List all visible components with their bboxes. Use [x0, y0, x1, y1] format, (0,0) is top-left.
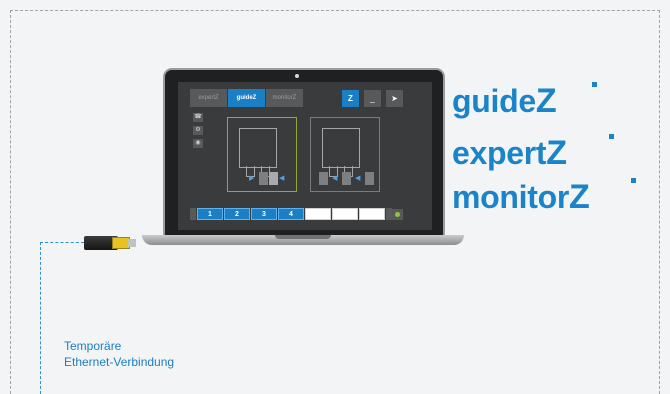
exit-button[interactable]: ➤	[386, 90, 403, 107]
camera-icon[interactable]: ◉	[193, 139, 203, 148]
port	[342, 172, 351, 185]
step-bar-left	[190, 208, 196, 220]
brand-monitorz: monitorZ	[452, 178, 636, 214]
connection-label: Temporäre Ethernet-Verbindung	[64, 338, 174, 370]
logo-button[interactable]: Z	[342, 90, 359, 107]
settings-icon[interactable]: ⚙	[193, 126, 203, 135]
port	[269, 172, 278, 185]
arrow-left-icon: ◀	[332, 175, 338, 182]
arrow-right-icon: ▶	[249, 175, 255, 182]
brand-square-icon	[592, 82, 597, 87]
tab-expertz[interactable]: expertZ	[190, 89, 227, 107]
arrow-left-icon: ◀	[279, 175, 285, 182]
minimize-button[interactable]: _	[364, 90, 381, 107]
brand-square-icon	[631, 178, 636, 183]
port	[319, 172, 328, 185]
step-button-3[interactable]: 3	[251, 208, 277, 220]
mode-tabs: expertZ guideZ monitorZ	[190, 89, 303, 107]
tab-guidez[interactable]: guideZ	[228, 89, 265, 107]
port	[259, 172, 268, 185]
exit-icon: ➤	[391, 94, 398, 103]
webcam	[295, 74, 299, 78]
phone-icon[interactable]: ☎	[193, 113, 203, 122]
brand-guidez: guideZ	[452, 82, 597, 118]
brand-square-icon	[609, 134, 614, 139]
brand-expertz: expertZ	[452, 134, 614, 170]
device-panel-right[interactable]: ◀ ◀	[310, 117, 380, 192]
step-button-4[interactable]: 4	[278, 208, 304, 220]
step-bar: 1 2 3 4 5 6 7	[190, 208, 392, 220]
status-dot-icon	[395, 212, 400, 217]
tab-monitorz[interactable]: monitorZ	[266, 89, 303, 107]
device-outline	[322, 128, 360, 168]
ethernet-plug-tip	[128, 239, 136, 247]
step-button-5[interactable]: 5	[305, 208, 331, 220]
arrow-left-icon: ◀	[355, 175, 361, 182]
device-panel-left[interactable]: ▶ ◀	[227, 117, 297, 192]
step-button-1[interactable]: 1	[197, 208, 223, 220]
cable-dashed-line	[40, 242, 84, 243]
cable-dashed-line-vertical	[40, 242, 41, 394]
port	[365, 172, 374, 185]
connection-label-line1: Temporäre	[64, 339, 122, 353]
device-outline	[239, 128, 277, 168]
connection-label-line2: Ethernet-Verbindung	[64, 355, 175, 369]
step-button-2[interactable]: 2	[224, 208, 250, 220]
step-button-6[interactable]: 6	[332, 208, 358, 220]
laptop-notch	[275, 235, 331, 239]
step-button-7[interactable]: 7	[359, 208, 385, 220]
